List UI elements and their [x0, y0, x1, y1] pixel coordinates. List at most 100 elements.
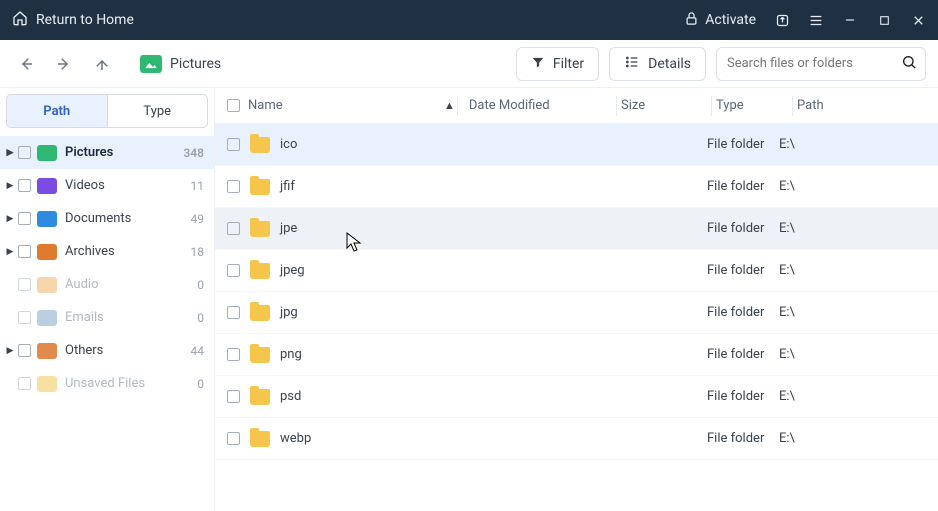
- breadcrumb[interactable]: Pictures: [140, 55, 221, 73]
- row-path: E:\: [779, 137, 930, 152]
- sidebar-item-count: 18: [191, 245, 205, 259]
- category-icon: [37, 310, 57, 326]
- column-path[interactable]: Path: [797, 98, 930, 113]
- sidebar-item-count: 0: [197, 377, 204, 391]
- table-row[interactable]: webpFile folderE:\: [215, 418, 938, 460]
- sort-asc-icon: ▲: [444, 99, 455, 112]
- share-icon[interactable]: [774, 12, 790, 28]
- sidebar-item-checkbox[interactable]: [18, 212, 31, 225]
- row-checkbox[interactable]: [227, 138, 240, 151]
- row-name: jpeg: [280, 263, 466, 278]
- row-checkbox[interactable]: [227, 432, 240, 445]
- row-name: psd: [280, 389, 466, 404]
- sidebar-item-others[interactable]: ▶Others44: [0, 334, 214, 367]
- row-checkbox[interactable]: [227, 306, 240, 319]
- folder-icon: [250, 137, 270, 153]
- search-icon[interactable]: [901, 54, 917, 74]
- return-home-button[interactable]: Return to Home: [12, 10, 134, 30]
- row-checkbox[interactable]: [227, 222, 240, 235]
- row-checkbox[interactable]: [227, 264, 240, 277]
- menu-icon[interactable]: [808, 12, 824, 28]
- sidebar-item-documents[interactable]: ▶ Documents 49: [0, 202, 214, 235]
- folder-icon: [250, 431, 270, 447]
- table-row[interactable]: jpegFile folderE:\: [215, 250, 938, 292]
- row-name: jfif: [280, 179, 466, 194]
- row-path: E:\: [779, 347, 930, 362]
- column-name[interactable]: Name: [223, 98, 453, 113]
- table-row[interactable]: jfif File folderE:\: [215, 166, 938, 208]
- row-path: E:\: [779, 263, 930, 278]
- sidebar-item-videos[interactable]: ▶Videos11: [0, 169, 214, 202]
- search-box[interactable]: [716, 47, 926, 81]
- search-input[interactable]: [727, 56, 893, 71]
- close-icon[interactable]: [910, 12, 926, 28]
- breadcrumb-label: Pictures: [170, 56, 221, 72]
- row-checkbox[interactable]: [227, 390, 240, 403]
- category-icon: [37, 178, 57, 194]
- sidebar-item-label: Unsaved Files: [65, 376, 145, 391]
- filter-icon: [531, 55, 545, 73]
- select-all-checkbox[interactable]: [227, 99, 240, 112]
- nav-back-button[interactable]: [12, 50, 40, 78]
- column-size[interactable]: Size: [621, 98, 707, 113]
- folder-icon: [250, 263, 270, 279]
- chevron-right-icon[interactable]: ▶: [4, 247, 16, 257]
- chevron-right-icon[interactable]: ▶: [4, 148, 16, 158]
- details-button[interactable]: Details: [609, 47, 706, 81]
- sidebar-item-archives[interactable]: ▶ Archives 18: [0, 235, 214, 268]
- sidebar-item-label: Emails: [65, 310, 104, 325]
- chevron-right-icon[interactable]: ▶: [4, 346, 16, 356]
- column-type[interactable]: Type: [716, 98, 788, 113]
- row-path: E:\: [779, 431, 930, 446]
- row-name: jpe: [280, 221, 466, 236]
- nav-forward-button[interactable]: [50, 50, 78, 78]
- folder-icon: [250, 179, 270, 195]
- chevron-right-icon[interactable]: ▶: [4, 214, 16, 224]
- row-type: File folder: [707, 179, 779, 194]
- sidebar-item-unsaved-files: ▶Unsaved Files0: [0, 367, 214, 400]
- activate-button[interactable]: Activate: [684, 11, 756, 30]
- sidebar-item-checkbox[interactable]: [18, 179, 31, 192]
- sidebar-item-checkbox[interactable]: [18, 245, 31, 258]
- row-path: E:\: [779, 305, 930, 320]
- row-type: File folder: [707, 431, 779, 446]
- filter-label: Filter: [553, 56, 584, 72]
- sidebar-item-checkbox[interactable]: [18, 344, 31, 357]
- table-row[interactable]: icoFile folderE:\: [215, 124, 938, 166]
- sidebar-item-checkbox[interactable]: [18, 146, 31, 159]
- column-date-label: Date Modified: [469, 98, 550, 113]
- row-checkbox[interactable]: [227, 348, 240, 361]
- table-row[interactable]: jpg File folderE:\: [215, 292, 938, 334]
- home-icon: [12, 10, 28, 30]
- row-checkbox[interactable]: [227, 180, 240, 193]
- sidebar-item-count: 49: [191, 212, 205, 226]
- folder-icon: [250, 389, 270, 405]
- filter-button[interactable]: Filter: [516, 47, 599, 81]
- sidebar-item-label: Archives: [65, 244, 115, 259]
- row-type: File folder: [707, 347, 779, 362]
- tab-path[interactable]: Path: [6, 94, 108, 128]
- minimize-icon[interactable]: [842, 12, 858, 28]
- sidebar-item-label: Others: [65, 343, 103, 358]
- sidebar-item-label: Pictures: [65, 145, 113, 160]
- row-name: jpg: [280, 305, 466, 320]
- nav-up-button[interactable]: [88, 50, 116, 78]
- category-icon: [37, 211, 57, 227]
- column-date[interactable]: ▲ Date Modified: [462, 98, 612, 113]
- sidebar-item-pictures[interactable]: ▶Pictures348: [0, 136, 214, 169]
- sidebar-item-label: Documents: [65, 211, 131, 226]
- column-headers: Name ▲ Date Modified Size Type Path: [215, 88, 938, 124]
- row-type: File folder: [707, 305, 779, 320]
- table-row[interactable]: psdFile folderE:\: [215, 376, 938, 418]
- tab-type[interactable]: Type: [108, 94, 209, 128]
- folder-icon: [250, 347, 270, 363]
- maximize-icon[interactable]: [876, 12, 892, 28]
- chevron-right-icon[interactable]: ▶: [4, 181, 16, 191]
- row-type: File folder: [707, 137, 779, 152]
- row-type: File folder: [707, 389, 779, 404]
- table-row[interactable]: jpeFile folderE:\: [215, 208, 938, 250]
- body: Path Type ▶Pictures348▶Videos11▶Document…: [0, 88, 938, 511]
- row-path: E:\: [779, 179, 930, 194]
- titlebar: Return to Home Activate: [0, 0, 938, 40]
- table-row[interactable]: pngFile folderE:\: [215, 334, 938, 376]
